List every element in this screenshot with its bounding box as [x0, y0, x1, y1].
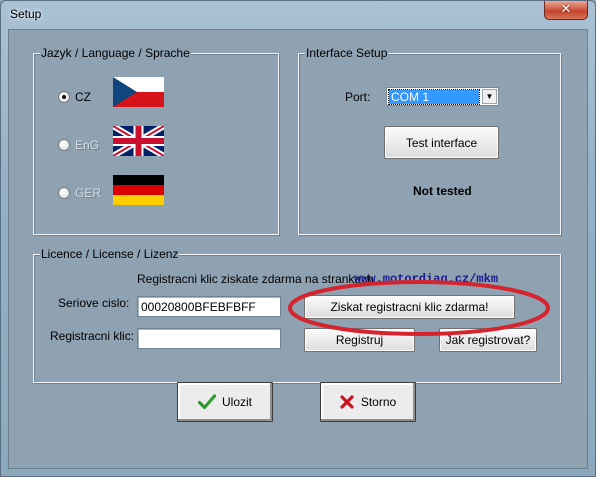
- save-button[interactable]: Ulozit: [177, 382, 273, 422]
- test-interface-button[interactable]: Test interface: [384, 126, 499, 159]
- language-group: Jazyk / Language / Sprache CZ EnG GER: [33, 46, 279, 235]
- window-title: Setup: [10, 7, 42, 21]
- uk-flag-icon[interactable]: [113, 126, 164, 156]
- port-select[interactable]: COM 1 ▼: [386, 87, 499, 106]
- save-button-label: Ulozit: [221, 395, 252, 409]
- checkmark-icon: [197, 394, 216, 410]
- radio-eng[interactable]: EnG: [58, 138, 99, 152]
- czech-flag-icon[interactable]: [113, 77, 164, 107]
- registration-key-field[interactable]: [137, 328, 281, 349]
- radio-cz[interactable]: CZ: [58, 90, 91, 104]
- radio-ger-label: GER: [75, 186, 102, 200]
- port-label: Port:: [345, 90, 371, 104]
- serial-number-field[interactable]: [137, 296, 281, 317]
- radio-cz-button[interactable]: [58, 91, 70, 103]
- radio-eng-button[interactable]: [58, 139, 70, 151]
- registration-key-label: Registracni klic:: [50, 329, 135, 343]
- close-icon: ✕: [560, 2, 572, 17]
- german-flag-icon[interactable]: [113, 175, 164, 205]
- radio-eng-label: EnG: [75, 138, 100, 152]
- radio-ger-button[interactable]: [58, 187, 70, 199]
- cancel-x-icon: [340, 395, 354, 409]
- highlight-ellipse: [288, 280, 550, 336]
- serial-number-label: Seriove cislo:: [58, 296, 130, 310]
- cancel-button-label: Storno: [360, 395, 397, 409]
- port-select-value: COM 1: [388, 89, 480, 105]
- licence-group-label: Licence / License / Lizenz: [40, 247, 180, 261]
- chevron-down-icon[interactable]: ▼: [482, 89, 497, 104]
- cancel-button[interactable]: Storno: [320, 382, 416, 422]
- interface-group-label: Interface Setup: [305, 46, 389, 60]
- title-bar[interactable]: Setup ✕: [1, 1, 595, 28]
- interface-status: Not tested: [413, 184, 472, 198]
- interface-group: Interface Setup Port: COM 1 ▼ Test inter…: [298, 46, 561, 235]
- language-group-label: Jazyk / Language / Sprache: [40, 46, 191, 60]
- radio-ger[interactable]: GER: [58, 186, 101, 200]
- dialog-client-area: Jazyk / Language / Sprache CZ EnG GER In…: [8, 29, 588, 469]
- radio-cz-label: CZ: [75, 90, 91, 104]
- close-button[interactable]: ✕: [544, 1, 588, 20]
